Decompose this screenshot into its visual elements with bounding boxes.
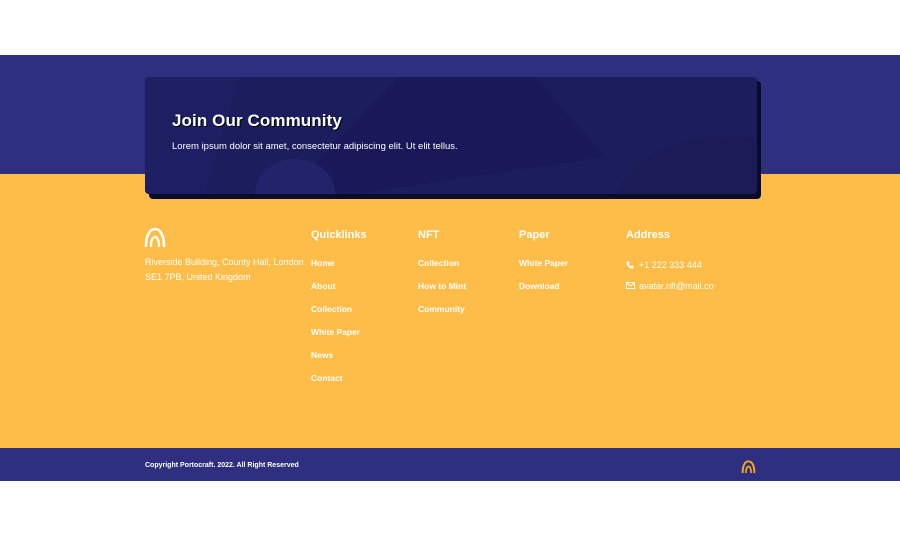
community-title: Join Our Community	[172, 111, 342, 130]
quicklinks-column: Quicklinks Home About Collection White P…	[311, 229, 367, 396]
paper-link-download[interactable]: Download	[519, 281, 568, 304]
contact-phone[interactable]: +1 222 333 444	[626, 254, 714, 275]
quicklink-home[interactable]: Home	[311, 258, 367, 281]
email-address: avatar.nft@mail.co	[639, 280, 714, 291]
nft-link-collection[interactable]: Collection	[418, 258, 466, 281]
community-card: Join Our Community Lorem ipsum dolor sit…	[145, 77, 757, 194]
phone-number: +1 222 333 444	[639, 259, 702, 270]
copyright-text: Copyright Portocraft. 2022. All Right Re…	[145, 462, 299, 469]
nft-title: NFT	[418, 229, 440, 241]
address-title: Address	[626, 229, 671, 241]
contact-email[interactable]: avatar.nft@mail.co	[626, 275, 714, 296]
nft-column: NFT Collection How to Mint Community	[418, 229, 466, 327]
paper-title: Paper	[519, 229, 550, 241]
quicklink-about[interactable]: About	[311, 281, 367, 304]
brand-address: Riverside Building, County Hall, London …	[145, 257, 304, 282]
quicklink-news[interactable]: News	[311, 350, 367, 373]
nft-link-community[interactable]: Community	[418, 304, 466, 327]
page-bottom-spacer	[0, 481, 900, 536]
nft-link-how-to-mint[interactable]: How to Mint	[418, 281, 466, 304]
quicklink-collection[interactable]: Collection	[311, 304, 367, 327]
footer-arch-logo-icon[interactable]	[741, 460, 756, 473]
paper-link-white-paper[interactable]: White Paper	[519, 258, 568, 281]
quicklink-contact[interactable]: Contact	[311, 373, 367, 396]
footer-bottom-bar	[0, 448, 900, 481]
page-top-spacer	[0, 0, 900, 55]
quicklinks-title: Quicklinks	[311, 229, 367, 241]
mail-icon	[626, 282, 638, 289]
decorative-shapes-icon	[145, 77, 757, 194]
arch-logo-icon[interactable]	[144, 227, 166, 247]
quicklink-white-paper[interactable]: White Paper	[311, 327, 367, 350]
community-description: Lorem ipsum dolor sit amet, consectetur …	[172, 141, 458, 152]
address-column: Address +1 222 333 444 avatar.nft@mail.c…	[626, 229, 714, 296]
paper-column: Paper White Paper Download	[519, 229, 568, 304]
phone-icon	[626, 261, 638, 269]
